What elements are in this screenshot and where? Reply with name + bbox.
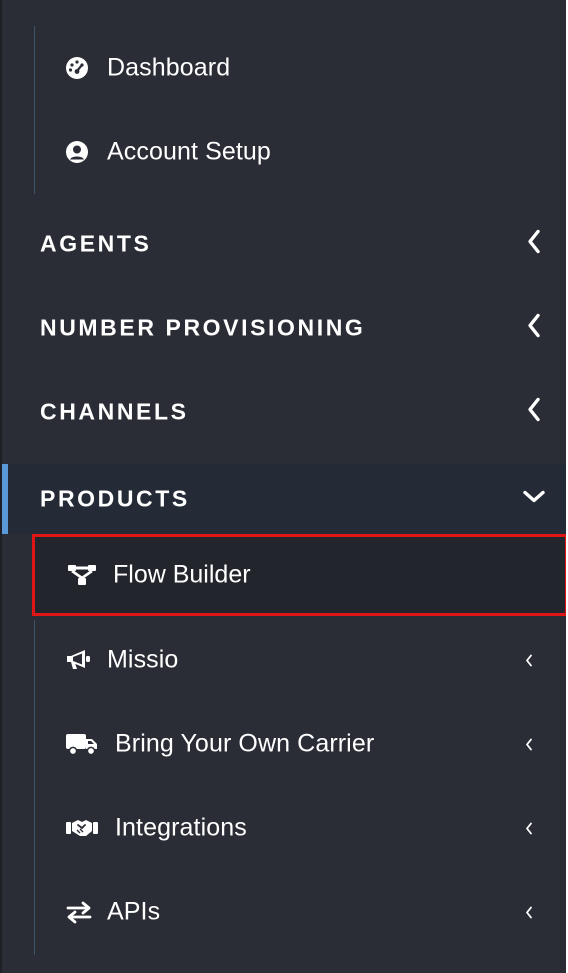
section-channels[interactable]: CHANNELS <box>2 370 566 454</box>
chevron-left-icon <box>524 646 534 675</box>
chevron-left-icon <box>526 229 542 260</box>
chevron-left-icon <box>526 397 542 428</box>
sidebar-item-label: Bring Your Own Carrier <box>115 729 375 758</box>
user-circle-icon <box>65 140 89 164</box>
sidebar-item-dashboard[interactable]: Dashboard <box>35 26 566 110</box>
speedometer-icon <box>65 56 89 80</box>
sidebar-item-missio[interactable]: Missio <box>35 618 566 702</box>
sidebar-item-label: Integrations <box>115 813 247 842</box>
sidebar-item-label: Account Setup <box>107 137 271 166</box>
chevron-left-icon <box>524 730 534 759</box>
sitemap-icon <box>67 564 97 586</box>
chevron-left-icon <box>526 313 542 344</box>
exchange-arrows-icon <box>65 900 93 924</box>
chevron-down-icon <box>522 489 546 510</box>
handshake-icon <box>65 817 99 839</box>
sidebar-item-account-setup[interactable]: Account Setup <box>35 110 566 194</box>
section-title: CHANNELS <box>40 398 189 425</box>
sidebar-item-label: Dashboard <box>107 53 231 82</box>
active-indicator <box>2 464 8 534</box>
sidebar: Dashboard Account Setup AGENTS NUMBER PR… <box>0 0 566 973</box>
section-title: NUMBER PROVISIONING <box>40 314 366 341</box>
sidebar-item-label: APIs <box>107 897 161 926</box>
section-products[interactable]: PRODUCTS <box>2 464 566 534</box>
sidebar-item-integrations[interactable]: Integrations <box>35 786 566 870</box>
section-number-provisioning[interactable]: NUMBER PROVISIONING <box>2 286 566 370</box>
sidebar-item-bring-your-own-carrier[interactable]: Bring Your Own Carrier <box>35 702 566 786</box>
megaphone-icon <box>65 648 93 672</box>
truck-icon <box>65 732 99 756</box>
sidebar-item-label: Flow Builder <box>113 560 251 589</box>
section-title: AGENTS <box>40 230 152 257</box>
section-agents[interactable]: AGENTS <box>2 202 566 286</box>
chevron-left-icon <box>524 814 534 843</box>
sidebar-item-label: Missio <box>107 645 179 674</box>
section-title: PRODUCTS <box>40 485 190 512</box>
chevron-left-icon <box>524 898 534 927</box>
sidebar-item-flow-builder[interactable]: Flow Builder <box>32 534 566 616</box>
sidebar-item-apis[interactable]: APIs <box>35 870 566 954</box>
